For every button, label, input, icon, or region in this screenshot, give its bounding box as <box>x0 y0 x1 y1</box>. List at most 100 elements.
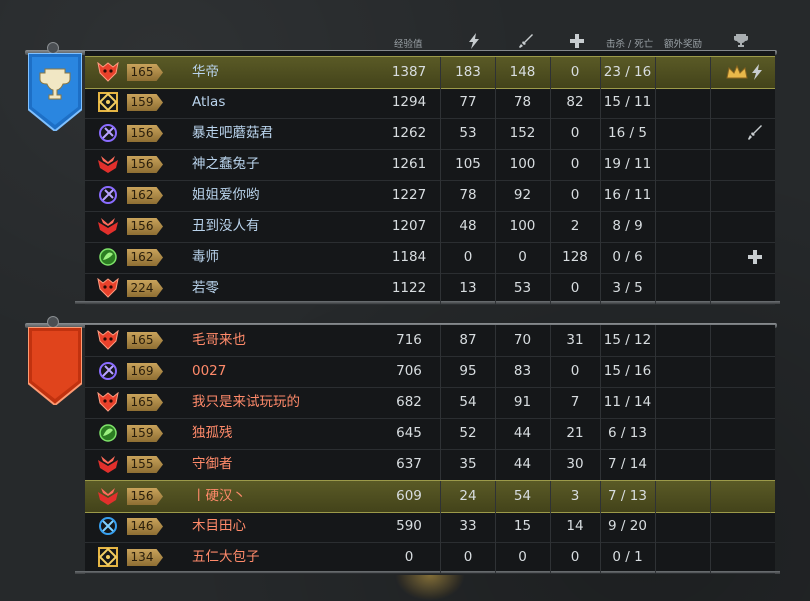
player-name[interactable]: 毒师 <box>192 242 219 273</box>
kill-death-value: 23 / 16 <box>603 64 652 80</box>
column-divider <box>710 211 711 242</box>
column-divider <box>655 356 656 387</box>
player-name[interactable]: 木目田心 <box>192 511 246 542</box>
level-badge: 156 <box>127 156 163 173</box>
hero-portrait-icon <box>97 154 119 174</box>
column-divider <box>655 387 656 418</box>
hero-portrait-icon <box>97 247 119 267</box>
hero-portrait-icon <box>97 423 119 443</box>
player-row[interactable]: 146 木目田心 590 33 15 14 9 / 20 <box>85 511 775 543</box>
player-name[interactable]: 0027 <box>192 356 226 387</box>
kill-death-value: 15 / 11 <box>603 94 652 110</box>
heals-value: 21 <box>566 425 584 441</box>
column-divider <box>655 180 656 211</box>
kills-value: 77 <box>459 94 477 110</box>
level-badge: 155 <box>127 456 163 473</box>
player-name[interactable]: 华帝 <box>192 57 219 88</box>
player-name[interactable]: 姐姐爱你哟 <box>192 180 260 211</box>
kill-death-value: 8 / 9 <box>612 218 643 234</box>
player-name[interactable]: 毛哥来也 <box>192 325 246 356</box>
level-badge: 162 <box>127 187 163 204</box>
kills-value: 13 <box>459 280 477 296</box>
heals-value: 0 <box>570 549 580 565</box>
pushes-value: 0 <box>518 249 527 265</box>
level-badge: 169 <box>127 363 163 380</box>
kill-death-value: 3 / 5 <box>612 280 643 296</box>
player-name[interactable]: 守御者 <box>192 449 233 480</box>
heals-value: 0 <box>570 64 580 80</box>
hero-portrait-icon <box>97 185 119 205</box>
xp-value: 1184 <box>391 249 427 265</box>
kills-value: 54 <box>459 394 477 410</box>
pushes-value: 152 <box>509 125 536 141</box>
kill-death-value: 9 / 20 <box>608 518 647 534</box>
column-divider <box>710 449 711 480</box>
player-row[interactable]: 156 神之蠢兔子 1261 105 100 0 19 / 11 <box>85 149 775 181</box>
column-divider <box>655 87 656 118</box>
kill-death-value: 7 / 14 <box>608 456 647 472</box>
column-divider <box>655 481 656 512</box>
heals-value: 2 <box>570 218 580 234</box>
pushes-value: 100 <box>509 218 536 234</box>
trophy-icon <box>734 34 748 47</box>
level-badge: 159 <box>127 425 163 442</box>
player-row[interactable]: 156 丨硬汉丶 609 24 54 3 7 / 13 <box>85 480 775 513</box>
pushes-value: 44 <box>513 456 532 472</box>
column-divider <box>710 511 711 542</box>
hero-portrait-icon <box>97 61 119 82</box>
bottom-emblem <box>395 575 465 601</box>
player-name[interactable]: 五仁大包子 <box>192 542 260 573</box>
heals-value: 31 <box>566 332 584 348</box>
hero-portrait-icon <box>97 329 119 350</box>
column-divider <box>710 242 711 273</box>
kills-value: 183 <box>455 64 481 80</box>
player-row[interactable]: 224 若零 1122 13 53 0 3 / 5 <box>85 273 775 305</box>
player-name[interactable]: 丑到没人有 <box>192 211 260 242</box>
player-name[interactable]: 我只是来试玩玩的 <box>192 387 300 418</box>
xp-value: 716 <box>396 332 422 348</box>
column-divider <box>655 325 656 356</box>
hero-portrait-icon <box>97 547 119 567</box>
player-row[interactable]: 134 五仁大包子 0 0 0 0 0 / 1 <box>85 542 775 574</box>
heals-value: 0 <box>570 125 580 141</box>
xp-value: 1261 <box>391 156 427 172</box>
player-name[interactable]: Atlas <box>192 87 225 118</box>
player-name[interactable]: 丨硬汉丶 <box>192 481 246 512</box>
crown-lightning-award-icon <box>726 64 762 80</box>
player-row[interactable]: 162 毒师 1184 0 0 128 0 / 6 <box>85 242 775 274</box>
player-row[interactable]: 165 我只是来试玩玩的 682 54 91 7 11 / 14 <box>85 387 775 419</box>
kill-death-value: 16 / 5 <box>608 125 647 141</box>
pushes-value: 83 <box>513 363 532 379</box>
kills-value: 24 <box>459 488 477 504</box>
player-name[interactable]: 若零 <box>192 273 219 304</box>
player-name[interactable]: 暴走吧蘑菇君 <box>192 118 273 149</box>
player-row[interactable]: 156 丑到没人有 1207 48 100 2 8 / 9 <box>85 211 775 243</box>
player-row[interactable]: 162 姐姐爱你哟 1227 78 92 0 16 / 11 <box>85 180 775 212</box>
level-badge: 165 <box>127 332 163 349</box>
player-name[interactable]: 独孤残 <box>192 418 233 449</box>
column-divider <box>655 273 656 304</box>
player-row[interactable]: 159 独孤残 645 52 44 21 6 / 13 <box>85 418 775 450</box>
bonus-award <box>725 63 765 85</box>
kills-value: 0 <box>463 549 473 565</box>
kills-value: 52 <box>459 425 477 441</box>
pushes-value: 0 <box>518 549 527 565</box>
player-name[interactable]: 神之蠢兔子 <box>192 149 260 180</box>
level-badge: 156 <box>127 218 163 235</box>
player-row[interactable]: 169 0027 706 95 83 0 15 / 16 <box>85 356 775 388</box>
player-row[interactable]: 155 守御者 637 35 44 30 7 / 14 <box>85 449 775 481</box>
xp-value: 590 <box>396 518 422 534</box>
column-divider <box>710 118 711 149</box>
xp-value: 609 <box>396 488 422 504</box>
kill-death-value: 15 / 12 <box>603 332 652 348</box>
player-row[interactable]: 165 华帝 1387 183 148 0 23 / 16 <box>85 56 775 89</box>
player-row[interactable]: 165 毛哥来也 716 87 70 31 15 / 12 <box>85 325 775 357</box>
player-row[interactable]: 159 Atlas 1294 77 78 82 15 / 11 <box>85 87 775 119</box>
column-divider <box>710 180 711 211</box>
column-divider <box>710 87 711 118</box>
kill-death-value: 0 / 1 <box>612 549 643 565</box>
xp-value: 1294 <box>391 94 427 110</box>
player-row[interactable]: 156 暴走吧蘑菇君 1262 53 152 0 16 / 5 <box>85 118 775 150</box>
xp-value: 706 <box>396 363 422 379</box>
hero-portrait-icon <box>97 391 119 412</box>
